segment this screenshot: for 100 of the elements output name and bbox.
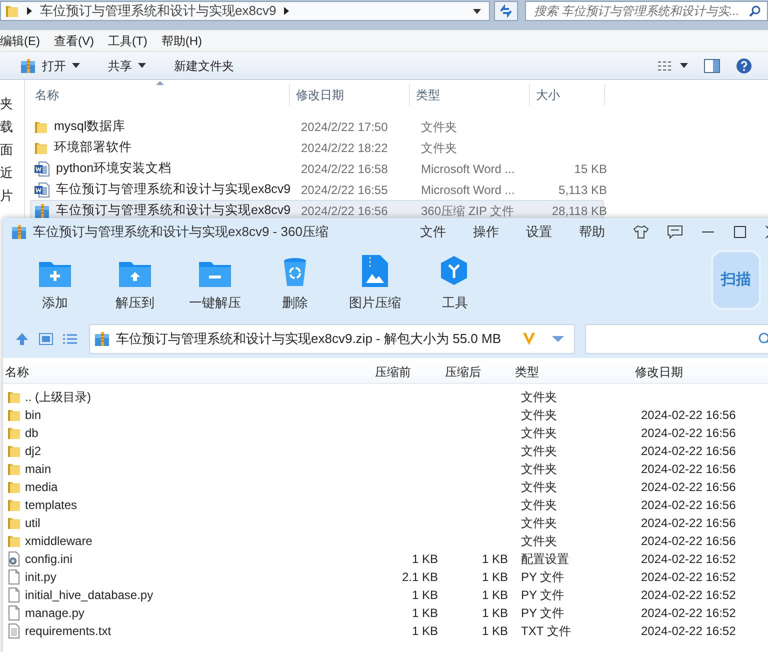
maximize-icon[interactable] [733, 225, 747, 239]
list-view-icon [658, 60, 672, 70]
table-cell: PY 文件 [521, 606, 564, 620]
table-cell: 2024-02-22 16:52 [641, 588, 736, 602]
file-name[interactable]: bin [25, 406, 42, 424]
table-cell-text: 2024/2/22 17:50 [300, 118, 389, 136]
file-name[interactable]: media [25, 478, 58, 496]
file-name[interactable]: util [25, 514, 40, 532]
view-options-button[interactable] [658, 60, 688, 70]
list-view-icon[interactable] [63, 333, 77, 345]
address-bar[interactable]: 车位预订与管理系统和设计与实现ex8cv9 [0, 1, 490, 21]
column-header[interactable]: 类型 [515, 362, 539, 380]
file-row[interactable]: 车位预订与管理系统和设计与实现ex8cv9 2024/2/22 16:55 Microsoft Word ... 5,113 KB [30, 179, 604, 200]
toolbar-button[interactable]: 打开 [20, 56, 80, 74]
table-cell: 2024-02-22 16:52 [641, 552, 736, 566]
menu-item[interactable]: 操作 [473, 222, 499, 242]
folder-icon [7, 516, 21, 530]
column-header[interactable]: 修改日期 [635, 362, 683, 380]
preview-pane-icon[interactable] [704, 58, 720, 72]
file-name[interactable]: requirements.txt [25, 622, 112, 640]
chevron-icon [284, 7, 290, 15]
table-cell: PY 文件 [521, 588, 564, 602]
menu-item[interactable]: 帮助 [579, 222, 605, 242]
table-cell: 文件夹 [521, 498, 557, 512]
up-arrow-icon[interactable] [15, 332, 29, 346]
file-name[interactable]: manage.py [25, 604, 84, 622]
navigation-item[interactable]: 载 [0, 117, 24, 137]
toolbar-button[interactable]: 新建文件夹 [174, 56, 234, 74]
breadcrumb-item[interactable]: 车位预订与管理系统和设计与实现ex8cv9 [40, 1, 276, 21]
refresh-icon [499, 4, 513, 18]
menu-item[interactable]: 文件 [420, 222, 446, 242]
file-name: 环境部署软件 [54, 139, 132, 156]
toolbar-button[interactable]: 一键解压 [175, 253, 255, 313]
table-cell: 文件夹 [521, 390, 557, 404]
file-name[interactable]: initial_hive_database.py [25, 586, 154, 604]
menu-item[interactable]: 查看(V) [54, 32, 94, 50]
table-cell: TXT 文件 [521, 624, 571, 638]
file-name[interactable]: dj2 [25, 442, 42, 460]
folder-icon [34, 140, 48, 154]
folder-icon [7, 462, 21, 476]
file-name[interactable]: xmiddleware [25, 532, 92, 550]
toolbar-button[interactable]: 删除 [255, 253, 335, 313]
navigation-item[interactable]: 片 [0, 186, 24, 206]
path-field[interactable]: 车位预订与管理系统和设计与实现ex8cv9.zip - 解包大小为 55.0 MB [89, 324, 575, 354]
search-field[interactable]: 搜索 车位预订与管理系统和设计与实... [525, 1, 768, 21]
file-icon [7, 569, 21, 585]
menu-item[interactable]: 帮助(H) [161, 32, 202, 50]
file-icon [7, 587, 21, 603]
toolbar-button[interactable]: 添加 [15, 253, 95, 313]
table-cell: 配置设置 [521, 552, 569, 566]
chevron-icon [27, 7, 32, 15]
archive-icon [34, 202, 50, 218]
help-icon[interactable] [736, 58, 752, 74]
table-cell: 1 KB [482, 624, 508, 638]
table-cell-text: 文件夹 [420, 118, 458, 136]
column-header[interactable]: 大小 [530, 84, 605, 106]
table-cell: 1 KB [482, 588, 508, 602]
caret-icon[interactable] [552, 336, 564, 342]
toolbar-button[interactable]: 共享 [108, 56, 146, 74]
folder-icon [7, 498, 21, 512]
menu-item[interactable]: 工具(T) [108, 32, 148, 50]
file-name[interactable]: .. (上级目录) [25, 388, 91, 406]
file-row[interactable]: mysql数据库 2024/2/22 17:50 文件夹 [30, 116, 604, 137]
caret-icon [72, 63, 80, 68]
folder-icon [7, 480, 21, 494]
file-name[interactable]: templates [25, 496, 78, 514]
folder-icon [7, 408, 21, 422]
document-icon [34, 182, 50, 198]
feedback-icon[interactable] [667, 225, 683, 239]
file-name: 车位预订与管理系统和设计与实现ex8cv9 [56, 202, 291, 220]
column-header[interactable]: 压缩前 [375, 362, 411, 380]
table-cell: 2024-02-22 16:56 [641, 426, 736, 440]
table-cell: 2024-02-22 16:56 [641, 444, 736, 458]
refresh-button[interactable] [494, 1, 518, 21]
file-name[interactable]: config.ini [25, 550, 72, 568]
search-field[interactable] [585, 324, 768, 354]
table-cell: 文件夹 [521, 480, 557, 494]
table-cell: 1 KB [412, 606, 438, 620]
toolbar-button[interactable]: 解压到 [95, 253, 175, 313]
file-row[interactable]: 环境部署软件 2024/2/22 18:22 文件夹 [30, 137, 604, 158]
file-row[interactable]: python环境安装文档 2024/2/22 16:58 Microsoft Word ... 15 KB [30, 158, 604, 179]
shirt-icon[interactable] [633, 225, 649, 239]
navigation-item[interactable]: 面 [0, 140, 24, 160]
toolbar-button[interactable]: 图片压缩 [335, 253, 415, 313]
navigation-item[interactable]: 近 [0, 163, 24, 183]
toolbar-button[interactable]: 工具 [415, 253, 495, 313]
file-name[interactable]: init.py [25, 568, 56, 586]
caret-icon [680, 63, 688, 68]
navigation-item[interactable]: 夹 [0, 94, 24, 114]
archive-icon [94, 331, 110, 347]
column-header[interactable]: 名称 [5, 362, 29, 380]
menu-item[interactable]: 编辑(E) [0, 32, 40, 50]
menu-item[interactable]: 设置 [526, 222, 552, 242]
file-name[interactable]: main [25, 460, 52, 478]
column-header[interactable]: 压缩后 [445, 362, 481, 380]
column-header[interactable]: 类型 [410, 84, 530, 106]
table-cell: 1 KB [482, 606, 508, 620]
thumbnail-view-icon[interactable] [39, 333, 53, 345]
file-name[interactable]: db [25, 424, 38, 442]
column-header[interactable]: 修改日期 [290, 84, 410, 106]
